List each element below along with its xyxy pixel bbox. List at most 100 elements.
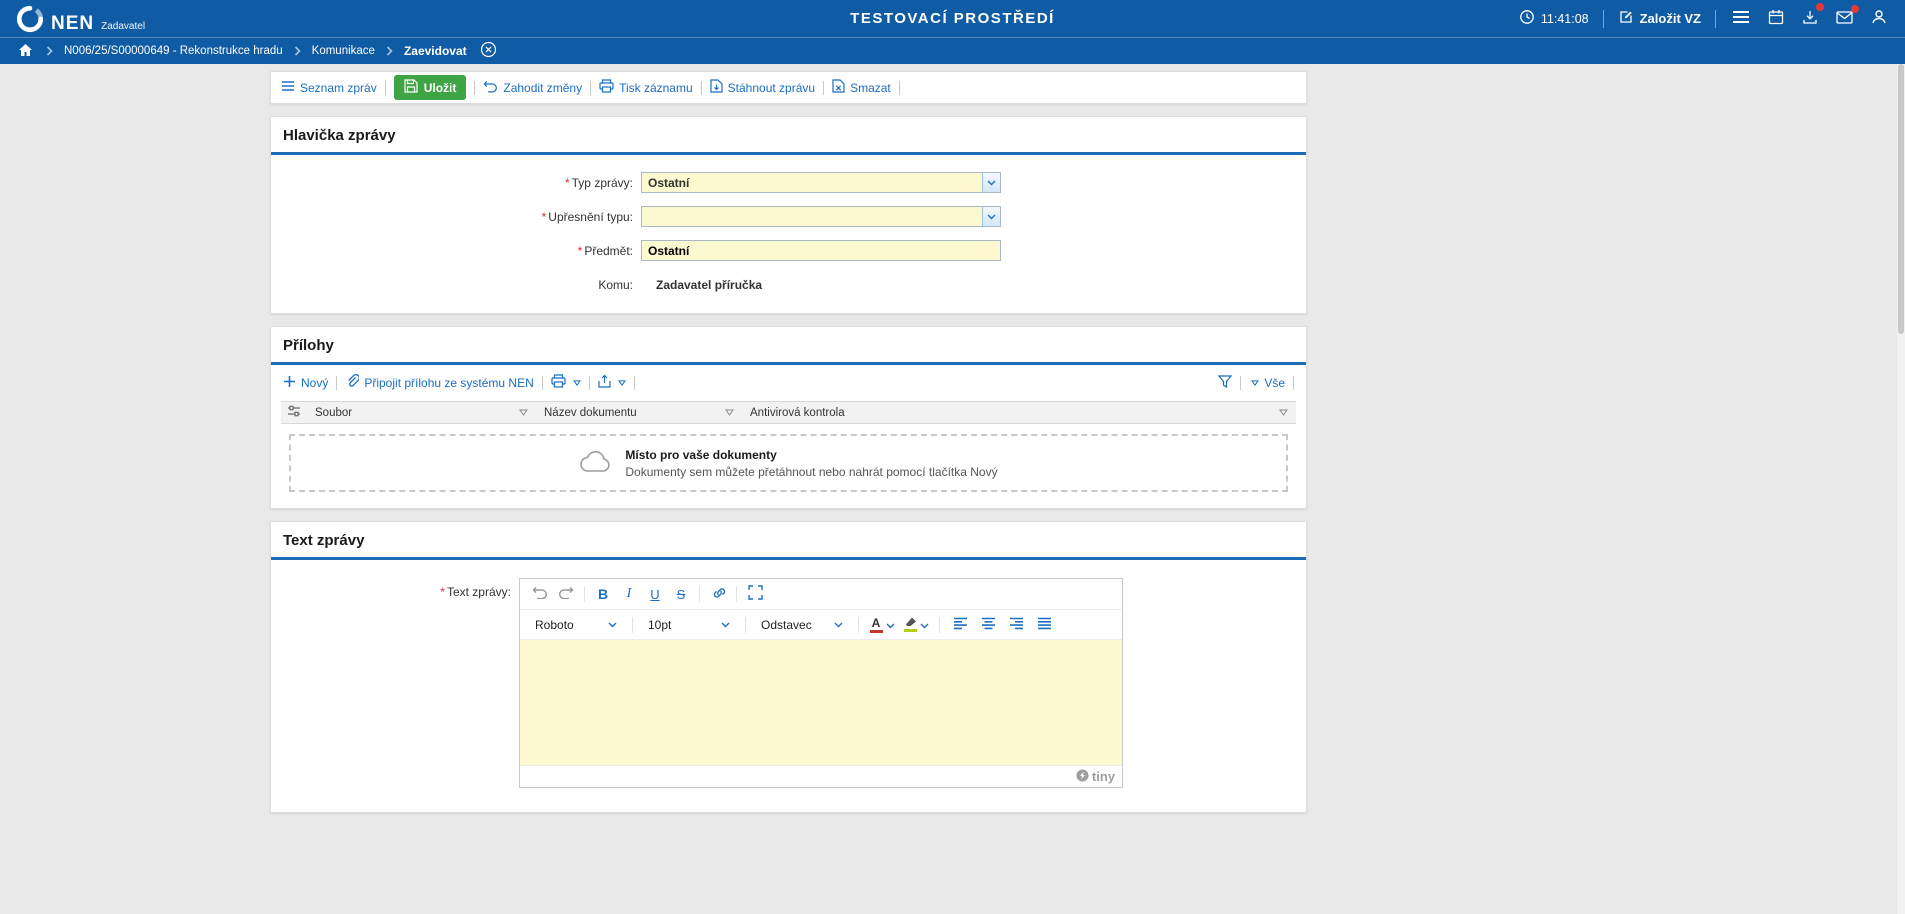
form-row-upresneni: *Upřesnění typu: — [271, 206, 1306, 227]
required-mark: * — [565, 176, 570, 190]
undo-icon — [532, 586, 548, 602]
message-list-label: Seznam zpráv — [300, 81, 377, 95]
discard-changes-button[interactable]: Zahodit změny — [483, 80, 582, 96]
column-settings-button[interactable] — [281, 402, 307, 423]
align-justify-button[interactable] — [1032, 613, 1056, 637]
main-content: Seznam zpráv Uložit Zahodit změny Tisk z… — [0, 64, 1905, 813]
attachment-dropzone[interactable]: Místo pro vaše dokumenty Dokumenty sem m… — [289, 434, 1288, 492]
separator — [858, 617, 859, 633]
message-list-button[interactable]: Seznam zpráv — [281, 80, 377, 95]
fullscreen-button[interactable] — [743, 582, 767, 606]
fullscreen-icon — [748, 585, 763, 603]
italic-button[interactable]: I — [617, 582, 641, 606]
downloads-button[interactable] — [1800, 7, 1820, 30]
tiny-bolt-icon — [1076, 769, 1089, 785]
printer-icon — [599, 79, 614, 96]
tiny-brand-text: tiny — [1092, 769, 1115, 784]
mail-icon — [1836, 11, 1853, 27]
underline-button[interactable]: U — [643, 582, 667, 606]
chevron-right-icon — [294, 46, 301, 56]
caret-down-icon — [1251, 380, 1259, 386]
komu-value: Zadavatel příručka — [649, 278, 762, 292]
separator — [632, 617, 633, 633]
upresneni-typu-select[interactable] — [641, 206, 1001, 227]
text-color-button[interactable]: A — [867, 613, 897, 637]
breadcrumb-item-contract[interactable]: N006/25/S00000649 - Rekonstrukce hradu — [64, 45, 283, 57]
align-center-button[interactable] — [976, 613, 1000, 637]
nen-logo[interactable]: NEN Zadavatel — [16, 5, 145, 33]
attachments-toolbar-right: Vše — [1218, 375, 1294, 391]
column-header-antivirova-kontrola[interactable]: Antivirová kontrola — [742, 402, 1296, 423]
export-menu-button[interactable] — [598, 374, 626, 391]
column-settings-icon — [287, 405, 301, 420]
required-mark: * — [578, 244, 583, 258]
close-tab-button[interactable] — [480, 41, 497, 61]
font-size-value: 10pt — [648, 618, 671, 632]
create-vz-button[interactable]: Založit VZ — [1618, 9, 1701, 28]
upresneni-typu-label: *Upřesnění typu: — [271, 210, 641, 224]
messages-button[interactable] — [1834, 9, 1855, 29]
editor-toolbar-row-1: B I U S — [520, 579, 1122, 609]
filter-button[interactable] — [1218, 375, 1232, 391]
separator — [823, 81, 824, 95]
show-all-button[interactable]: Vše — [1249, 376, 1285, 390]
separator — [590, 81, 591, 95]
chevron-down-icon[interactable] — [982, 207, 1000, 226]
form-row-predmet: *Předmět: — [271, 240, 1306, 261]
scrollbar[interactable] — [1897, 64, 1905, 914]
bold-button[interactable]: B — [591, 582, 615, 606]
column-header-soubor[interactable]: Soubor — [307, 402, 536, 423]
filter-triangle-icon[interactable] — [725, 407, 734, 419]
top-header: NEN Zadavatel TESTOVACÍ PROSTŘEDÍ 11:41:… — [0, 0, 1905, 37]
calendar-button[interactable] — [1766, 7, 1786, 30]
breadcrumb-item-komunikace[interactable]: Komunikace — [312, 45, 375, 57]
filter-triangle-icon[interactable] — [1279, 407, 1288, 419]
editor-content[interactable] — [520, 639, 1122, 765]
environment-title: TESTOVACÍ PROSTŘEDÍ — [850, 10, 1055, 27]
print-record-button[interactable]: Tisk záznamu — [599, 79, 693, 96]
create-vz-label: Založit VZ — [1640, 11, 1701, 26]
export-icon — [598, 374, 611, 391]
paperclip-icon — [345, 374, 359, 391]
separator — [899, 81, 900, 95]
font-size-select[interactable]: 10pt — [641, 615, 737, 635]
redo-button[interactable] — [554, 582, 578, 606]
delete-button[interactable]: Smazat — [832, 79, 891, 96]
new-attachment-button[interactable]: Nový — [283, 375, 328, 391]
attach-from-nen-button[interactable]: Připojit přílohu ze systému NEN — [345, 374, 533, 391]
scrollbar-thumb[interactable] — [1898, 64, 1904, 334]
komu-label: Komu: — [271, 278, 641, 292]
save-button[interactable]: Uložit — [394, 75, 467, 100]
tinymce-logo[interactable]: tiny — [1076, 769, 1115, 785]
dropzone-subtitle: Dokumenty sem můžete přetáhnout nebo nah… — [625, 465, 997, 479]
highlight-icon — [904, 617, 917, 632]
save-label: Uložit — [424, 81, 457, 95]
strikethrough-button[interactable]: S — [669, 582, 693, 606]
printer-icon — [551, 374, 566, 391]
predmet-input[interactable] — [648, 241, 1000, 260]
logo-text: NEN — [51, 14, 94, 33]
user-button[interactable] — [1869, 7, 1889, 30]
separator — [745, 617, 746, 633]
chevron-down-icon — [886, 618, 895, 632]
insert-link-button[interactable] — [706, 582, 730, 606]
download-message-button[interactable]: Stáhnout zprávu — [710, 79, 815, 96]
filter-triangle-icon[interactable] — [519, 407, 528, 419]
chevron-down-icon — [608, 622, 617, 628]
print-menu-button[interactable] — [551, 374, 581, 391]
typ-zpravy-select[interactable]: Ostatní — [641, 172, 1001, 193]
undo-button[interactable] — [528, 582, 552, 606]
column-header-nazev-dokumentu[interactable]: Název dokumentu — [536, 402, 742, 423]
home-button[interactable] — [16, 41, 35, 62]
chevron-down-icon[interactable] — [982, 173, 1000, 192]
separator — [1603, 10, 1604, 28]
notification-badge — [1851, 5, 1859, 13]
font-family-select[interactable]: Roboto — [528, 615, 624, 635]
menu-button[interactable] — [1730, 8, 1752, 29]
block-format-select[interactable]: Odstavec — [754, 615, 850, 635]
align-left-button[interactable] — [948, 613, 972, 637]
message-header-form: *Typ zprávy: Ostatní *Upřesnění typu: — [271, 155, 1306, 313]
align-right-button[interactable] — [1004, 613, 1028, 637]
typ-zpravy-label: *Typ zprávy: — [271, 176, 641, 190]
highlight-color-button[interactable] — [901, 613, 931, 637]
